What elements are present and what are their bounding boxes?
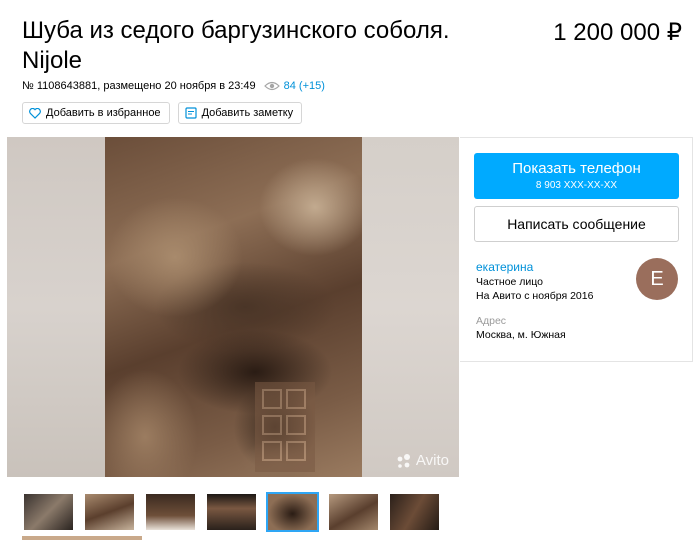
pattern-lining — [255, 382, 315, 472]
views-counter: 84 (+15) — [263, 80, 325, 92]
seller-avatar[interactable]: Е — [636, 258, 678, 300]
photo-gallery[interactable]: Avito — [7, 137, 459, 477]
thumbnail-active[interactable] — [266, 492, 319, 532]
thumbnail[interactable] — [144, 492, 197, 532]
note-icon — [184, 107, 197, 119]
thumbnail-strip — [22, 492, 441, 532]
thumbnail[interactable] — [388, 492, 441, 532]
views-count: 84 (+15) — [283, 80, 325, 92]
heart-icon — [29, 107, 41, 119]
listing-price: 1 200 000 ₽ — [553, 19, 682, 46]
seller-name-link[interactable]: екатерина — [476, 260, 533, 274]
add-note-label: Добавить заметку — [201, 107, 294, 119]
thumbnail[interactable] — [205, 492, 258, 532]
thumbnail[interactable] — [22, 492, 75, 532]
gallery-backdrop-right — [362, 137, 459, 477]
address-value: Москва, м. Южная — [476, 329, 566, 341]
listing-actions: Добавить в избранное Добавить заметку — [22, 102, 303, 124]
show-phone-button[interactable]: Показать телефон 8 903 XXX-XX-XX — [474, 153, 679, 199]
gallery-backdrop-left — [7, 137, 105, 477]
main-photo[interactable] — [105, 137, 362, 477]
address-label: Адрес — [476, 315, 507, 327]
listing-title: Шуба из седого баргузинского соболя. Nij… — [22, 17, 450, 74]
seller-type: Частное лицо — [476, 276, 544, 288]
avito-watermark: Avito — [396, 452, 449, 469]
masked-phone: 8 903 XXX-XX-XX — [535, 180, 618, 191]
thumbnail[interactable] — [327, 492, 380, 532]
listing-meta: № 1108643881, размещено 20 ноября в 23:4… — [22, 80, 325, 92]
eye-icon — [263, 81, 280, 91]
avito-watermark-text: Avito — [415, 452, 449, 469]
add-to-favorites-button[interactable]: Добавить в избранное — [22, 102, 170, 124]
add-note-button[interactable]: Добавить заметку — [177, 102, 303, 124]
avito-logo-icon — [397, 453, 410, 468]
contact-panel: Показать телефон 8 903 XXX-XX-XX Написат… — [460, 137, 693, 362]
write-message-button[interactable]: Написать сообщение — [474, 206, 679, 242]
add-to-favorites-label: Добавить в избранное — [46, 107, 161, 119]
thumbnail-row-partial — [22, 536, 142, 540]
thumbnail[interactable] — [83, 492, 136, 532]
seller-since: На Авито с ноября 2016 — [476, 290, 594, 302]
show-phone-label: Показать телефон — [512, 160, 641, 177]
listing-number-date: № 1108643881, размещено 20 ноября в 23:4… — [22, 80, 256, 92]
